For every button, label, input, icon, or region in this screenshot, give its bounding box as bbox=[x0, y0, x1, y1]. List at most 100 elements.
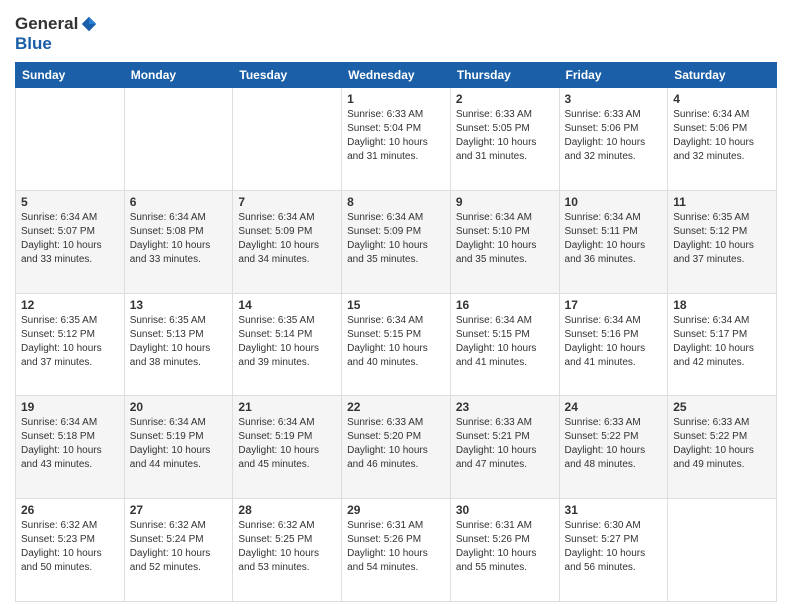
day-number: 9 bbox=[456, 195, 554, 209]
weekday-header: Wednesday bbox=[342, 63, 451, 88]
day-info: Sunrise: 6:35 AM Sunset: 5:12 PM Dayligh… bbox=[673, 211, 771, 267]
calendar-week-row: 5 Sunrise: 6:34 AM Sunset: 5:07 PM Daylig… bbox=[16, 190, 777, 293]
day-number: 4 bbox=[673, 92, 771, 106]
day-info: Sunrise: 6:34 AM Sunset: 5:19 PM Dayligh… bbox=[130, 416, 228, 472]
day-number: 23 bbox=[456, 400, 554, 414]
calendar-cell bbox=[668, 499, 777, 602]
calendar-cell: 9 Sunrise: 6:34 AM Sunset: 5:10 PM Daylig… bbox=[450, 190, 559, 293]
calendar-cell: 3 Sunrise: 6:33 AM Sunset: 5:06 PM Daylig… bbox=[559, 88, 668, 191]
calendar-cell: 23 Sunrise: 6:33 AM Sunset: 5:21 PM Dayli… bbox=[450, 396, 559, 499]
day-number: 21 bbox=[238, 400, 336, 414]
calendar-cell: 22Sunrise: 6:33 AM Sunset: 5:20 PM Dayli… bbox=[342, 396, 451, 499]
day-number: 8 bbox=[347, 195, 445, 209]
calendar-week-row: 1Sunrise: 6:33 AM Sunset: 5:04 PM Daylig… bbox=[16, 88, 777, 191]
day-info: Sunrise: 6:34 AM Sunset: 5:18 PM Dayligh… bbox=[21, 416, 119, 472]
calendar-cell: 28 Sunrise: 6:32 AM Sunset: 5:25 PM Dayli… bbox=[233, 499, 342, 602]
day-info: Sunrise: 6:33 AM Sunset: 5:06 PM Dayligh… bbox=[565, 108, 663, 164]
calendar-cell: 8 Sunrise: 6:34 AM Sunset: 5:09 PM Daylig… bbox=[342, 190, 451, 293]
day-number: 18 bbox=[673, 298, 771, 312]
day-info: Sunrise: 6:35 AM Sunset: 5:12 PM Dayligh… bbox=[21, 314, 119, 370]
day-info: Sunrise: 6:33 AM Sunset: 5:04 PM Dayligh… bbox=[347, 108, 445, 164]
day-info: Sunrise: 6:34 AM Sunset: 5:11 PM Dayligh… bbox=[565, 211, 663, 267]
day-info: Sunrise: 6:33 AM Sunset: 5:22 PM Dayligh… bbox=[673, 416, 771, 472]
calendar-table: SundayMondayTuesdayWednesdayThursdayFrid… bbox=[15, 62, 777, 602]
day-info: Sunrise: 6:32 AM Sunset: 5:23 PM Dayligh… bbox=[21, 519, 119, 575]
calendar-cell: 5 Sunrise: 6:34 AM Sunset: 5:07 PM Daylig… bbox=[16, 190, 125, 293]
day-number: 24 bbox=[565, 400, 663, 414]
calendar-cell bbox=[16, 88, 125, 191]
day-number: 11 bbox=[673, 195, 771, 209]
day-info: Sunrise: 6:30 AM Sunset: 5:27 PM Dayligh… bbox=[565, 519, 663, 575]
weekday-header: Saturday bbox=[668, 63, 777, 88]
day-info: Sunrise: 6:34 AM Sunset: 5:09 PM Dayligh… bbox=[347, 211, 445, 267]
day-info: Sunrise: 6:35 AM Sunset: 5:13 PM Dayligh… bbox=[130, 314, 228, 370]
day-info: Sunrise: 6:33 AM Sunset: 5:21 PM Dayligh… bbox=[456, 416, 554, 472]
calendar-cell: 26 Sunrise: 6:32 AM Sunset: 5:23 PM Dayli… bbox=[16, 499, 125, 602]
calendar-cell: 21 Sunrise: 6:34 AM Sunset: 5:19 PM Dayli… bbox=[233, 396, 342, 499]
calendar-cell: 15Sunrise: 6:34 AM Sunset: 5:15 PM Dayli… bbox=[342, 293, 451, 396]
calendar-cell: 17 Sunrise: 6:34 AM Sunset: 5:16 PM Dayli… bbox=[559, 293, 668, 396]
day-number: 13 bbox=[130, 298, 228, 312]
day-info: Sunrise: 6:34 AM Sunset: 5:08 PM Dayligh… bbox=[130, 211, 228, 267]
logo-general: General bbox=[15, 14, 78, 34]
day-info: Sunrise: 6:35 AM Sunset: 5:14 PM Dayligh… bbox=[238, 314, 336, 370]
day-number: 19 bbox=[21, 400, 119, 414]
calendar-cell: 1Sunrise: 6:33 AM Sunset: 5:04 PM Daylig… bbox=[342, 88, 451, 191]
calendar-cell: 20 Sunrise: 6:34 AM Sunset: 5:19 PM Dayli… bbox=[124, 396, 233, 499]
weekday-header: Tuesday bbox=[233, 63, 342, 88]
day-info: Sunrise: 6:32 AM Sunset: 5:25 PM Dayligh… bbox=[238, 519, 336, 575]
day-number: 6 bbox=[130, 195, 228, 209]
calendar-cell bbox=[233, 88, 342, 191]
calendar-cell: 18 Sunrise: 6:34 AM Sunset: 5:17 PM Dayli… bbox=[668, 293, 777, 396]
logo-blue: Blue bbox=[15, 34, 52, 53]
calendar-cell: 11 Sunrise: 6:35 AM Sunset: 5:12 PM Dayli… bbox=[668, 190, 777, 293]
day-number: 28 bbox=[238, 503, 336, 517]
day-number: 20 bbox=[130, 400, 228, 414]
day-info: Sunrise: 6:33 AM Sunset: 5:22 PM Dayligh… bbox=[565, 416, 663, 472]
day-number: 31 bbox=[565, 503, 663, 517]
day-info: Sunrise: 6:33 AM Sunset: 5:05 PM Dayligh… bbox=[456, 108, 554, 164]
calendar-cell: 13 Sunrise: 6:35 AM Sunset: 5:13 PM Dayli… bbox=[124, 293, 233, 396]
day-number: 5 bbox=[21, 195, 119, 209]
day-info: Sunrise: 6:34 AM Sunset: 5:19 PM Dayligh… bbox=[238, 416, 336, 472]
calendar-cell: 6 Sunrise: 6:34 AM Sunset: 5:08 PM Daylig… bbox=[124, 190, 233, 293]
day-info: Sunrise: 6:33 AM Sunset: 5:20 PM Dayligh… bbox=[347, 416, 445, 472]
day-number: 12 bbox=[21, 298, 119, 312]
day-info: Sunrise: 6:32 AM Sunset: 5:24 PM Dayligh… bbox=[130, 519, 228, 575]
calendar-page: General Blue SundayMondayTuesdayWednesda… bbox=[0, 0, 792, 612]
weekday-header: Thursday bbox=[450, 63, 559, 88]
calendar-header-row: SundayMondayTuesdayWednesdayThursdayFrid… bbox=[16, 63, 777, 88]
day-number: 16 bbox=[456, 298, 554, 312]
day-info: Sunrise: 6:34 AM Sunset: 5:17 PM Dayligh… bbox=[673, 314, 771, 370]
calendar-cell: 30 Sunrise: 6:31 AM Sunset: 5:26 PM Dayli… bbox=[450, 499, 559, 602]
day-info: Sunrise: 6:31 AM Sunset: 5:26 PM Dayligh… bbox=[347, 519, 445, 575]
calendar-cell: 16Sunrise: 6:34 AM Sunset: 5:15 PM Dayli… bbox=[450, 293, 559, 396]
day-info: Sunrise: 6:31 AM Sunset: 5:26 PM Dayligh… bbox=[456, 519, 554, 575]
calendar-cell: 24 Sunrise: 6:33 AM Sunset: 5:22 PM Dayli… bbox=[559, 396, 668, 499]
calendar-cell: 27Sunrise: 6:32 AM Sunset: 5:24 PM Dayli… bbox=[124, 499, 233, 602]
day-number: 10 bbox=[565, 195, 663, 209]
weekday-header: Monday bbox=[124, 63, 233, 88]
day-info: Sunrise: 6:34 AM Sunset: 5:07 PM Dayligh… bbox=[21, 211, 119, 267]
day-number: 15 bbox=[347, 298, 445, 312]
day-info: Sunrise: 6:34 AM Sunset: 5:16 PM Dayligh… bbox=[565, 314, 663, 370]
day-number: 26 bbox=[21, 503, 119, 517]
calendar-cell: 19 Sunrise: 6:34 AM Sunset: 5:18 PM Dayli… bbox=[16, 396, 125, 499]
day-info: Sunrise: 6:34 AM Sunset: 5:10 PM Dayligh… bbox=[456, 211, 554, 267]
day-number: 30 bbox=[456, 503, 554, 517]
day-number: 25 bbox=[673, 400, 771, 414]
calendar-cell: 14 Sunrise: 6:35 AM Sunset: 5:14 PM Dayli… bbox=[233, 293, 342, 396]
calendar-body: 1Sunrise: 6:33 AM Sunset: 5:04 PM Daylig… bbox=[16, 88, 777, 602]
day-number: 29 bbox=[347, 503, 445, 517]
calendar-cell: 25 Sunrise: 6:33 AM Sunset: 5:22 PM Dayli… bbox=[668, 396, 777, 499]
day-number: 14 bbox=[238, 298, 336, 312]
calendar-cell: 4 Sunrise: 6:34 AM Sunset: 5:06 PM Daylig… bbox=[668, 88, 777, 191]
day-number: 3 bbox=[565, 92, 663, 106]
day-info: Sunrise: 6:34 AM Sunset: 5:09 PM Dayligh… bbox=[238, 211, 336, 267]
day-info: Sunrise: 6:34 AM Sunset: 5:06 PM Dayligh… bbox=[673, 108, 771, 164]
calendar-week-row: 26 Sunrise: 6:32 AM Sunset: 5:23 PM Dayli… bbox=[16, 499, 777, 602]
day-number: 17 bbox=[565, 298, 663, 312]
calendar-cell: 2Sunrise: 6:33 AM Sunset: 5:05 PM Daylig… bbox=[450, 88, 559, 191]
logo-icon bbox=[80, 15, 98, 33]
calendar-cell: 31 Sunrise: 6:30 AM Sunset: 5:27 PM Dayli… bbox=[559, 499, 668, 602]
